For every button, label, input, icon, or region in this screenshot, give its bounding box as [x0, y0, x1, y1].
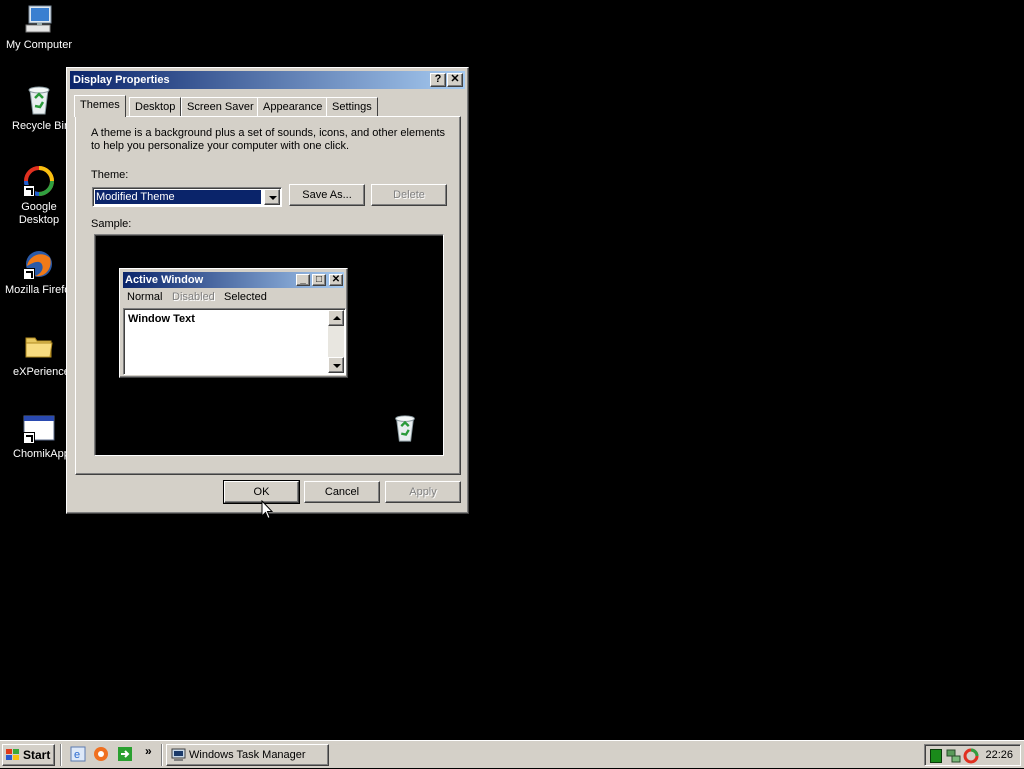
internet-explorer-icon[interactable]: e: [70, 746, 86, 762]
chevron-down-icon[interactable]: [264, 189, 280, 205]
theme-label: Theme:: [91, 169, 129, 181]
tab-screen-saver[interactable]: Screen Saver: [181, 97, 260, 116]
display-properties-dialog: Display Properties ? ✕ Themes Desktop Sc…: [66, 67, 469, 514]
shortcut-arrow-icon: [23, 432, 35, 444]
sample-menu-disabled: Disabled: [172, 291, 215, 303]
sample-menu-selected: Selected: [224, 291, 267, 303]
tab-settings[interactable]: Settings: [326, 97, 378, 116]
scroll-up-icon: [328, 310, 344, 326]
taskbar-separator: [161, 744, 163, 766]
quicklaunch-more-icon[interactable]: »: [145, 744, 152, 758]
tab-themes[interactable]: Themes: [74, 95, 126, 117]
desktop-icon-label: My Computer: [5, 39, 73, 51]
taskbar: Start e » Windows Task Manager 22:26: [0, 740, 1024, 768]
sample-active-window: Active Window _ □ ✕ Normal Disabled Sele…: [119, 268, 348, 378]
maximize-icon: □: [312, 274, 326, 286]
sample-menu-normal: Normal: [127, 291, 163, 303]
taskbar-separator: [60, 744, 62, 766]
desktop-icon-experience[interactable]: eXPerience: [0, 330, 66, 379]
close-button[interactable]: ✕: [447, 73, 463, 87]
shortcut-arrow-icon: [23, 268, 35, 280]
sample-scrollbar: [328, 310, 344, 373]
themes-tab-panel: A theme is a background plus a set of so…: [75, 116, 461, 475]
taskbar-button-task-manager[interactable]: Windows Task Manager: [166, 744, 329, 766]
desktop-icon-mozilla-firefox[interactable]: Mozilla Firefox: [0, 248, 66, 297]
dialog-titlebar[interactable]: Display Properties ? ✕: [70, 71, 465, 89]
tab-desktop[interactable]: Desktop: [129, 97, 182, 116]
sample-window-text: Window Text: [128, 313, 195, 325]
google-desktop-icon: [23, 165, 55, 197]
sample-recycle-bin-icon: [390, 413, 420, 443]
dialog-title: Display Properties: [73, 74, 170, 86]
sample-window-text-area: Window Text: [123, 308, 346, 375]
sample-window-titlebar: Active Window _ □ ✕: [123, 272, 344, 288]
close-icon: ✕: [329, 274, 343, 286]
browser-orange-icon[interactable]: [93, 746, 109, 762]
windows-logo-icon: [6, 749, 20, 761]
delete-button: Delete: [371, 184, 447, 206]
tray-network-icon[interactable]: [946, 748, 962, 767]
system-tray: 22:26: [924, 744, 1021, 766]
desktop-icon-label: eXPerience: [13, 366, 66, 378]
desktop-icon-chomikapp[interactable]: ChomikApp: [0, 412, 66, 461]
description-line-1: A theme is a background plus a set of so…: [91, 127, 446, 139]
firefox-icon: [23, 248, 55, 280]
tray-google-icon[interactable]: [963, 748, 979, 767]
show-desktop-icon[interactable]: [117, 746, 133, 762]
description-line-2: to help you personalize your computer wi…: [91, 140, 350, 152]
minimize-icon: _: [296, 274, 310, 286]
save-as-button[interactable]: Save As...: [289, 184, 365, 206]
tab-appearance[interactable]: Appearance: [257, 97, 329, 116]
desktop-icon-recycle-bin[interactable]: Recycle Bin: [0, 84, 66, 133]
theme-selected-value: Modified Theme: [94, 189, 262, 205]
shortcut-arrow-icon: [23, 185, 35, 197]
desktop-icon-label: ChomikApp: [13, 448, 66, 460]
desktop-icon-label: Mozilla Firefox: [5, 284, 66, 296]
help-button[interactable]: ?: [430, 73, 446, 87]
recycle-bin-icon: [23, 84, 55, 116]
scroll-down-icon: [328, 357, 344, 373]
desktop-icon-my-computer[interactable]: My Computer: [0, 3, 78, 52]
sample-label: Sample:: [91, 218, 132, 230]
apply-button: Apply: [385, 481, 461, 503]
mouse-cursor-icon: [261, 499, 274, 523]
theme-dropdown[interactable]: Modified Theme: [92, 187, 282, 207]
tray-green-square-icon[interactable]: [930, 749, 942, 763]
sample-preview: Active Window _ □ ✕ Normal Disabled Sele…: [94, 234, 444, 456]
svg-text:e: e: [74, 749, 80, 761]
close-icon: ✕: [450, 73, 460, 85]
my-computer-icon: [23, 3, 55, 35]
cancel-button[interactable]: Cancel: [304, 481, 380, 503]
desktop-icon-label: Recycle Bin: [12, 120, 66, 132]
application-window-icon: [23, 412, 55, 444]
folder-icon: [23, 330, 55, 362]
task-manager-icon: [171, 748, 186, 769]
clock[interactable]: 22:26: [985, 745, 1013, 765]
start-button[interactable]: Start: [2, 744, 55, 766]
